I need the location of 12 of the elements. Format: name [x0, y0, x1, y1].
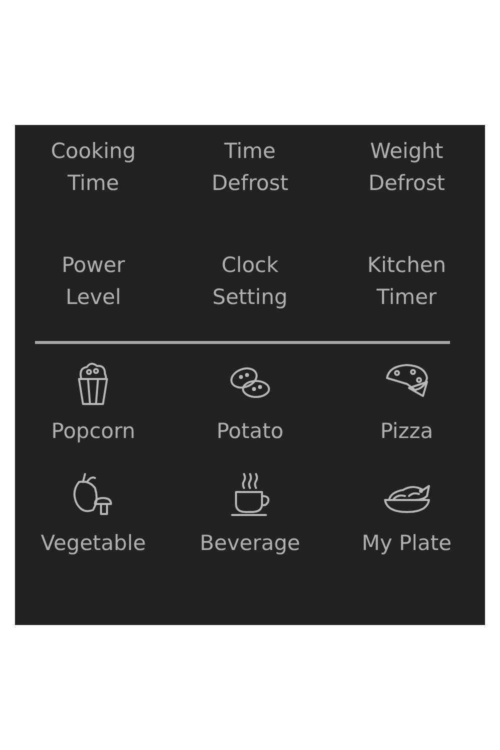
- function-key[interactable]: Time Defrost: [172, 135, 328, 199]
- function-key[interactable]: Kitchen Timer: [328, 249, 485, 313]
- function-key[interactable]: Power Level: [15, 249, 172, 313]
- food-key[interactable]: Potato: [172, 358, 328, 446]
- function-key[interactable]: Weight Defrost: [328, 135, 485, 199]
- food-key[interactable]: Popcorn: [15, 358, 172, 446]
- food-key[interactable]: Pizza: [328, 358, 485, 446]
- food-key[interactable]: My Plate: [328, 470, 485, 558]
- function-key[interactable]: Cooking Time: [15, 135, 172, 199]
- food-key[interactable]: Beverage: [172, 470, 328, 558]
- function-key[interactable]: Clock Setting: [172, 249, 328, 313]
- food-key[interactable]: Vegetable: [15, 470, 172, 558]
